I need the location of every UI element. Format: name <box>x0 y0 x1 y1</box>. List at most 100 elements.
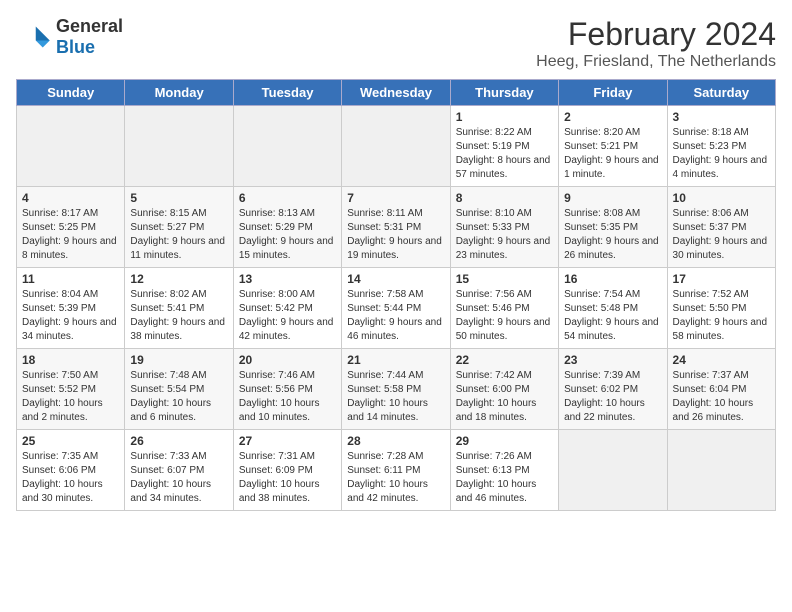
day-info: Sunrise: 8:08 AMSunset: 5:35 PMDaylight:… <box>564 207 661 263</box>
day-info: Sunrise: 7:28 AMSunset: 6:11 PMDaylight:… <box>347 450 444 506</box>
day-cell <box>559 430 667 511</box>
day-number: 12 <box>130 272 227 286</box>
day-cell: 2 Sunrise: 8:20 AMSunset: 5:21 PMDaylight… <box>559 106 667 187</box>
day-cell: 11 Sunrise: 8:04 AMSunset: 5:39 PMDayligh… <box>17 268 125 349</box>
day-cell <box>17 106 125 187</box>
weekday-header-sunday: Sunday <box>17 80 125 106</box>
week-row-4: 18 Sunrise: 7:50 AMSunset: 5:52 PMDayligh… <box>17 349 776 430</box>
day-number: 20 <box>239 353 336 367</box>
day-info: Sunrise: 7:56 AMSunset: 5:46 PMDaylight:… <box>456 288 553 344</box>
day-number: 2 <box>564 110 661 124</box>
day-number: 9 <box>564 191 661 205</box>
day-info: Sunrise: 8:22 AMSunset: 5:19 PMDaylight:… <box>456 126 553 182</box>
day-cell: 7 Sunrise: 8:11 AMSunset: 5:31 PMDaylight… <box>342 187 450 268</box>
week-row-2: 4 Sunrise: 8:17 AMSunset: 5:25 PMDaylight… <box>17 187 776 268</box>
day-number: 5 <box>130 191 227 205</box>
day-cell: 15 Sunrise: 7:56 AMSunset: 5:46 PMDayligh… <box>450 268 558 349</box>
day-cell: 10Sunrise: 8:06 AMSunset: 5:37 PMDayligh… <box>667 187 775 268</box>
day-info: Sunrise: 7:31 AMSunset: 6:09 PMDaylight:… <box>239 450 336 506</box>
day-info: Sunrise: 8:10 AMSunset: 5:33 PMDaylight:… <box>456 207 553 263</box>
day-number: 15 <box>456 272 553 286</box>
day-number: 18 <box>22 353 119 367</box>
day-info: Sunrise: 7:52 AMSunset: 5:50 PMDaylight:… <box>673 288 770 344</box>
location-title: Heeg, Friesland, The Netherlands <box>536 53 776 71</box>
day-cell: 8 Sunrise: 8:10 AMSunset: 5:33 PMDaylight… <box>450 187 558 268</box>
day-cell: 27 Sunrise: 7:31 AMSunset: 6:09 PMDayligh… <box>233 430 341 511</box>
day-cell <box>233 106 341 187</box>
day-number: 6 <box>239 191 336 205</box>
day-cell: 29Sunrise: 7:26 AMSunset: 6:13 PMDayligh… <box>450 430 558 511</box>
day-info: Sunrise: 7:46 AMSunset: 5:56 PMDaylight:… <box>239 369 336 425</box>
day-cell: 9 Sunrise: 8:08 AMSunset: 5:35 PMDaylight… <box>559 187 667 268</box>
day-cell: 3Sunrise: 8:18 AMSunset: 5:23 PMDaylight… <box>667 106 775 187</box>
day-number: 25 <box>22 434 119 448</box>
day-cell <box>667 430 775 511</box>
day-number: 26 <box>130 434 227 448</box>
day-number: 28 <box>347 434 444 448</box>
day-cell: 22Sunrise: 7:42 AMSunset: 6:00 PMDayligh… <box>450 349 558 430</box>
day-cell: 13 Sunrise: 8:00 AMSunset: 5:42 PMDayligh… <box>233 268 341 349</box>
calendar-table: SundayMondayTuesdayWednesdayThursdayFrid… <box>16 79 776 511</box>
day-cell: 12 Sunrise: 8:02 AMSunset: 5:41 PMDayligh… <box>125 268 233 349</box>
day-number: 19 <box>130 353 227 367</box>
weekday-header-saturday: Saturday <box>667 80 775 106</box>
day-info: Sunrise: 8:17 AMSunset: 5:25 PMDaylight:… <box>22 207 119 263</box>
day-cell: 28 Sunrise: 7:28 AMSunset: 6:11 PMDayligh… <box>342 430 450 511</box>
day-number: 24 <box>673 353 770 367</box>
day-cell <box>342 106 450 187</box>
day-cell: 14Sunrise: 7:58 AMSunset: 5:44 PMDayligh… <box>342 268 450 349</box>
day-info: Sunrise: 7:42 AMSunset: 6:00 PMDaylight:… <box>456 369 553 425</box>
day-number: 21 <box>347 353 444 367</box>
day-cell: 4 Sunrise: 8:17 AMSunset: 5:25 PMDaylight… <box>17 187 125 268</box>
day-info: Sunrise: 8:11 AMSunset: 5:31 PMDaylight:… <box>347 207 444 263</box>
day-number: 3 <box>673 110 770 124</box>
day-number: 16 <box>564 272 661 286</box>
day-info: Sunrise: 7:58 AMSunset: 5:44 PMDaylight:… <box>347 288 444 344</box>
weekday-header-friday: Friday <box>559 80 667 106</box>
day-cell: 20 Sunrise: 7:46 AMSunset: 5:56 PMDayligh… <box>233 349 341 430</box>
day-cell: 19 Sunrise: 7:48 AMSunset: 5:54 PMDayligh… <box>125 349 233 430</box>
day-cell: 25 Sunrise: 7:35 AMSunset: 6:06 PMDayligh… <box>17 430 125 511</box>
day-number: 1 <box>456 110 553 124</box>
day-info: Sunrise: 7:48 AMSunset: 5:54 PMDaylight:… <box>130 369 227 425</box>
day-cell: 6 Sunrise: 8:13 AMSunset: 5:29 PMDaylight… <box>233 187 341 268</box>
day-number: 23 <box>564 353 661 367</box>
day-info: Sunrise: 7:50 AMSunset: 5:52 PMDaylight:… <box>22 369 119 425</box>
day-number: 4 <box>22 191 119 205</box>
week-row-5: 25 Sunrise: 7:35 AMSunset: 6:06 PMDayligh… <box>17 430 776 511</box>
logo: General Blue <box>16 16 123 58</box>
day-info: Sunrise: 7:26 AMSunset: 6:13 PMDaylight:… <box>456 450 553 506</box>
day-cell: 21 Sunrise: 7:44 AMSunset: 5:58 PMDayligh… <box>342 349 450 430</box>
weekday-header-monday: Monday <box>125 80 233 106</box>
day-info: Sunrise: 8:04 AMSunset: 5:39 PMDaylight:… <box>22 288 119 344</box>
weekday-header-wednesday: Wednesday <box>342 80 450 106</box>
weekday-header-row: SundayMondayTuesdayWednesdayThursdayFrid… <box>17 80 776 106</box>
day-info: Sunrise: 8:20 AMSunset: 5:21 PMDaylight:… <box>564 126 661 182</box>
day-info: Sunrise: 7:54 AMSunset: 5:48 PMDaylight:… <box>564 288 661 344</box>
day-info: Sunrise: 7:39 AMSunset: 6:02 PMDaylight:… <box>564 369 661 425</box>
day-cell: 18 Sunrise: 7:50 AMSunset: 5:52 PMDayligh… <box>17 349 125 430</box>
day-info: Sunrise: 8:06 AMSunset: 5:37 PMDaylight:… <box>673 207 770 263</box>
day-number: 11 <box>22 272 119 286</box>
day-info: Sunrise: 8:02 AMSunset: 5:41 PMDaylight:… <box>130 288 227 344</box>
day-info: Sunrise: 8:00 AMSunset: 5:42 PMDaylight:… <box>239 288 336 344</box>
header: General Blue February 2024 Heeg, Friesla… <box>16 16 776 71</box>
weekday-header-tuesday: Tuesday <box>233 80 341 106</box>
week-row-3: 11 Sunrise: 8:04 AMSunset: 5:39 PMDayligh… <box>17 268 776 349</box>
day-info: Sunrise: 7:33 AMSunset: 6:07 PMDaylight:… <box>130 450 227 506</box>
logo-blue: Blue <box>56 37 95 57</box>
week-row-1: 1 Sunrise: 8:22 AMSunset: 5:19 PMDaylight… <box>17 106 776 187</box>
day-cell: 1 Sunrise: 8:22 AMSunset: 5:19 PMDaylight… <box>450 106 558 187</box>
day-number: 17 <box>673 272 770 286</box>
day-info: Sunrise: 7:35 AMSunset: 6:06 PMDaylight:… <box>22 450 119 506</box>
day-number: 27 <box>239 434 336 448</box>
day-info: Sunrise: 7:37 AMSunset: 6:04 PMDaylight:… <box>673 369 770 425</box>
day-cell: 17 Sunrise: 7:52 AMSunset: 5:50 PMDayligh… <box>667 268 775 349</box>
day-number: 7 <box>347 191 444 205</box>
day-cell: 26 Sunrise: 7:33 AMSunset: 6:07 PMDayligh… <box>125 430 233 511</box>
day-info: Sunrise: 7:44 AMSunset: 5:58 PMDaylight:… <box>347 369 444 425</box>
day-number: 8 <box>456 191 553 205</box>
day-info: Sunrise: 8:13 AMSunset: 5:29 PMDaylight:… <box>239 207 336 263</box>
day-number: 13 <box>239 272 336 286</box>
day-cell: 16 Sunrise: 7:54 AMSunset: 5:48 PMDayligh… <box>559 268 667 349</box>
